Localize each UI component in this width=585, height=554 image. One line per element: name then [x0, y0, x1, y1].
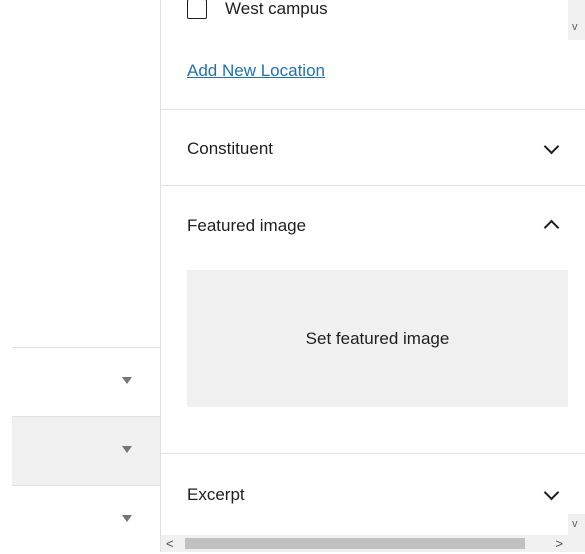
caret-down-icon[interactable] [122, 377, 132, 384]
scroll-down-icon[interactable]: v [572, 518, 578, 530]
location-checkbox[interactable] [187, 0, 207, 19]
horizontal-scrollbar[interactable]: < > [161, 535, 585, 552]
chevron-up-icon[interactable] [543, 219, 560, 236]
scroll-left-icon[interactable]: < [166, 536, 174, 551]
left-row-2[interactable] [12, 416, 160, 485]
panel-constituent[interactable]: Constituent [161, 109, 585, 186]
vertical-scrollbar[interactable]: v [568, 514, 585, 535]
panel-title[interactable]: Constituent [187, 139, 273, 159]
panel-excerpt[interactable]: Excerpt [161, 453, 585, 535]
scroll-corner [568, 535, 585, 552]
location-checkbox-label[interactable]: West campus [225, 0, 328, 19]
chevron-down-icon[interactable] [543, 138, 560, 155]
locations-scrollbar[interactable]: v [568, 0, 585, 40]
scroll-right-icon[interactable]: > [555, 536, 563, 551]
editor-pane [0, 0, 160, 552]
caret-down-icon[interactable] [122, 446, 132, 453]
panel-title[interactable]: Featured image [187, 216, 306, 236]
panel-title[interactable]: Excerpt [187, 485, 245, 505]
settings-sidebar: West campus v Add New Location Constitue… [161, 0, 585, 535]
chevron-down-icon[interactable] [543, 484, 560, 501]
left-row-3[interactable] [12, 485, 160, 554]
scroll-down-icon[interactable]: v [572, 22, 578, 33]
caret-down-icon[interactable] [122, 515, 132, 522]
add-new-location-link[interactable]: Add New Location [187, 61, 325, 81]
scroll-thumb[interactable] [185, 538, 525, 549]
set-featured-image-button[interactable]: Set featured image [187, 270, 568, 407]
location-option[interactable]: West campus [187, 0, 328, 26]
left-row-1[interactable] [12, 347, 160, 416]
